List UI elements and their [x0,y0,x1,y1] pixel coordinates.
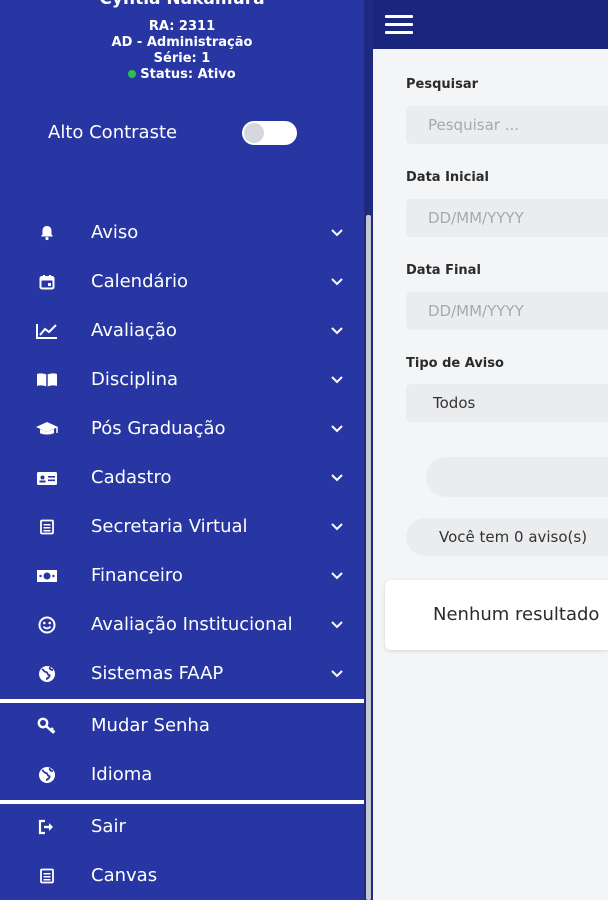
profile-info: RA: 2311 AD - Administração Série: 1 Sta… [0,19,364,83]
profile-ra: RA: 2311 [148,19,216,34]
search-label: Pesquisar [406,77,479,92]
profile-status-text: Status: Ativo [140,67,236,82]
menu-label: Avaliação Institucional [91,614,293,635]
hamburger-menu-icon[interactable] [385,15,413,35]
money-bill-icon [35,566,59,586]
globe-icon [35,765,59,785]
menu-label: Financeiro [91,565,183,586]
menu-label: Aviso [91,222,139,243]
search-button[interactable] [426,457,608,497]
menu-item-avaliacao-institucional[interactable]: Avaliação Institucional [0,601,364,650]
profile-status: Status: Ativo [0,67,364,83]
menu-item-disciplina[interactable]: Disciplina [0,356,364,405]
menu-label: Idioma [91,764,153,785]
smiley-icon [35,615,59,635]
menu-item-avaliacao[interactable]: Avaliação [0,307,364,356]
menu-item-pos-graduacao[interactable]: Pós Graduação [0,405,364,454]
profile-course: AD - Administração [111,35,253,50]
sidebar-scrollbar-thumb[interactable] [366,215,371,900]
top-bar [373,0,608,49]
chevron-down-icon [331,327,343,335]
globe-icon [35,664,59,684]
sign-out-icon [35,817,59,837]
notice-type-select[interactable]: Todos [406,384,608,422]
bell-icon [35,223,59,243]
sidebar: Cyntia Nakamura RA: 2311 AD - Administra… [0,0,364,900]
menu-item-mudar-senha[interactable]: Mudar Senha [0,702,364,751]
id-card-icon [35,468,59,488]
key-icon [35,716,59,736]
document-icon [35,517,59,537]
end-date-input[interactable] [406,292,608,330]
menu-item-calendario[interactable]: Calendário [0,258,364,307]
menu-label: Disciplina [91,369,179,390]
menu-label: Calendário [91,271,188,292]
menu-item-secretaria-virtual[interactable]: Secretaria Virtual [0,503,364,552]
chevron-down-icon [331,229,343,237]
chevron-down-icon [331,474,343,482]
menu-label: Sistemas FAAP [91,663,224,684]
chevron-down-icon [331,425,343,433]
menu-label: Pós Graduação [91,418,226,439]
menu-label: Avaliação [91,320,177,341]
toggle-knob [244,123,264,143]
profile-name: Cyntia Nakamura [0,0,364,9]
start-date-input[interactable] [406,199,608,237]
chevron-down-icon [331,278,343,286]
notice-type-label: Tipo de Aviso [406,356,504,371]
main-content: Pesquisar Data Inicial Data Final Tipo d… [373,0,608,900]
document-icon [35,866,59,886]
notice-count-badge: Você tem 0 aviso(s) [406,518,608,556]
chevron-down-icon [331,523,343,531]
menu-label: Cadastro [91,467,172,488]
menu-item-sair[interactable]: Sair [0,803,364,852]
end-date-label: Data Final [406,263,481,278]
chevron-down-icon [331,621,343,629]
book-open-icon [35,370,59,390]
menu-label: Secretaria Virtual [91,516,248,537]
chart-line-icon [35,321,59,341]
chevron-down-icon [331,376,343,384]
graduation-cap-icon [35,419,59,439]
menu-item-aviso[interactable]: Aviso [0,209,364,258]
search-input[interactable] [406,106,608,144]
menu-label: Canvas [91,865,158,886]
calendar-icon [35,272,59,292]
menu-item-financeiro[interactable]: Financeiro [0,552,364,601]
chevron-down-icon [331,670,343,678]
start-date-label: Data Inicial [406,170,490,185]
menu-item-sistemas-faap[interactable]: Sistemas FAAP [0,650,364,699]
contrast-label: Alto Contraste [48,122,178,143]
menu-item-idioma[interactable]: Idioma [0,751,364,800]
status-dot [128,70,137,78]
menu-label: Sair [91,816,126,837]
empty-result-card: Nenhum resultado [385,580,608,650]
menu-label: Mudar Senha [91,715,210,736]
menu-item-canvas[interactable]: Canvas [0,852,364,900]
profile-serie: Série: 1 [153,51,211,66]
chevron-down-icon [331,572,343,580]
contrast-toggle[interactable] [242,121,297,145]
menu-item-cadastro[interactable]: Cadastro [0,454,364,503]
